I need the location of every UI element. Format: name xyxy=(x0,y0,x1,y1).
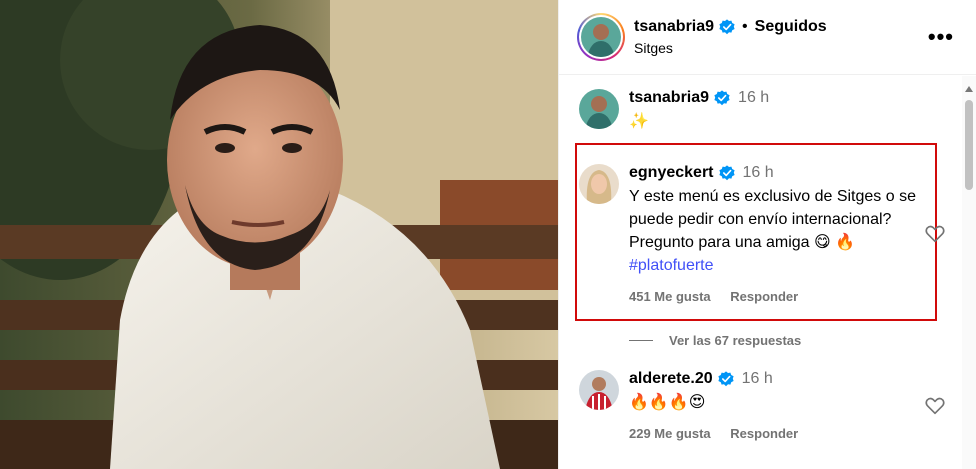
comment-time[interactable]: 16 h xyxy=(743,164,774,182)
likes-count[interactable]: 451 Me gusta xyxy=(629,289,711,304)
comment-avatar-image xyxy=(579,370,619,410)
hashtag-link[interactable]: #platofuerte xyxy=(629,257,714,274)
post-location[interactable]: Sitges xyxy=(634,40,827,56)
view-replies[interactable]: Ver las 67 respuestas xyxy=(629,333,801,348)
caption-avatar-image xyxy=(579,89,619,129)
comments-scrollbar[interactable] xyxy=(962,76,976,469)
reply-button[interactable]: Responder xyxy=(730,289,798,304)
comment-avatar[interactable] xyxy=(579,164,619,204)
verified-badge-icon xyxy=(719,19,735,35)
verified-badge-icon xyxy=(718,165,735,181)
like-heart-icon[interactable] xyxy=(924,395,946,417)
caption-text: ✨ xyxy=(629,113,649,130)
verified-badge-icon xyxy=(714,90,730,106)
author-avatar-image xyxy=(581,17,621,57)
likes-count[interactable]: 229 Me gusta xyxy=(629,426,711,441)
comment-time[interactable]: 16 h xyxy=(742,370,773,388)
scroll-thumb[interactable] xyxy=(965,100,973,190)
caption-username[interactable]: tsanabria9 xyxy=(629,89,709,107)
like-heart-icon[interactable] xyxy=(924,223,946,245)
author-avatar[interactable] xyxy=(577,13,625,61)
instagram-post-view: tsanabria9 • Seguidos Sitges ••• tsanabr… xyxy=(0,0,976,469)
comment-avatar-image xyxy=(579,164,619,204)
replies-divider xyxy=(629,340,653,341)
author-username[interactable]: tsanabria9 xyxy=(634,18,714,36)
post-photo[interactable] xyxy=(0,0,558,469)
view-replies-label[interactable]: Ver las 67 respuestas xyxy=(669,333,801,348)
comment-text: Y este menú es exclusivo de Sitges o se … xyxy=(629,185,919,277)
comment-username[interactable]: egnyeckert xyxy=(629,164,714,182)
comment-username[interactable]: alderete.20 xyxy=(629,370,713,388)
post-header: tsanabria9 • Seguidos Sitges ••• xyxy=(559,0,976,75)
scroll-up-arrow-icon[interactable] xyxy=(965,86,973,92)
comment-alderete: alderete.20 16 h 🔥🔥🔥😍 229 Me gusta Respo… xyxy=(579,370,919,441)
comment-egnyeckert: egnyeckert 16 h Y este menú es exclusivo… xyxy=(579,164,919,304)
comment-avatar[interactable] xyxy=(579,370,619,410)
following-button[interactable]: Seguidos xyxy=(755,18,827,36)
comment-text-body: Y este menú es exclusivo de Sitges o se … xyxy=(629,188,916,251)
caption-comment: tsanabria9 16 h ✨ xyxy=(579,89,919,133)
post-photo-image xyxy=(0,0,558,469)
verified-badge-icon xyxy=(718,371,734,387)
header-separator: • xyxy=(742,18,748,35)
caption-avatar[interactable] xyxy=(579,89,619,129)
reply-button[interactable]: Responder xyxy=(730,426,798,441)
comment-text: 🔥🔥🔥😍 xyxy=(629,394,706,411)
more-options-icon[interactable]: ••• xyxy=(928,24,954,50)
comments-panel: tsanabria9 • Seguidos Sitges ••• tsanabr… xyxy=(558,0,976,469)
caption-time[interactable]: 16 h xyxy=(738,89,769,107)
